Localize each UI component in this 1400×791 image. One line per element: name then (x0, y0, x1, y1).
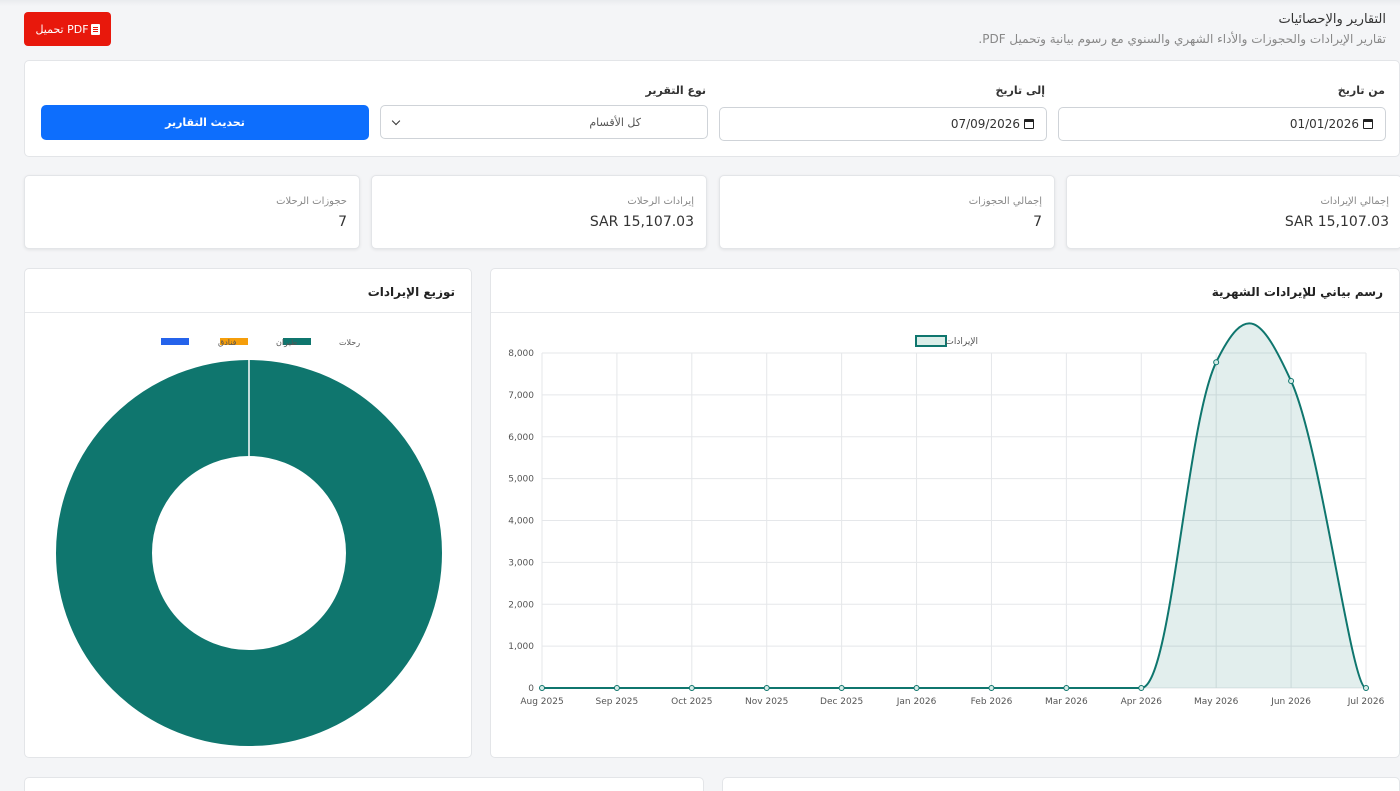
legend-label: الإيرادات (945, 337, 978, 347)
report-type-select[interactable]: كل الأقسام (380, 105, 708, 139)
chart-title: رسم بياني للإيرادات الشهرية (1211, 285, 1383, 299)
y-tick-label: 1,000 (508, 642, 534, 652)
data-point (763, 685, 770, 691)
chart-title: توزيع الإيرادات (367, 285, 455, 299)
x-tick-label: Jun 2026 (1270, 697, 1311, 707)
update-reports-button[interactable]: تحديث التقارير (41, 105, 369, 140)
page-subtitle: تقارير الإيرادات والحجوزات والأداء الشهر… (978, 32, 1386, 46)
data-point (688, 685, 695, 691)
data-point (1063, 685, 1070, 691)
legend-flights-label: طيران (276, 338, 297, 347)
stat-card-total-revenue: إجمالي الإيرادات SAR 15,107.03 (1066, 175, 1400, 249)
stat-card-trip-revenue: إيرادات الرحلات SAR 15,107.03 (371, 175, 707, 249)
stat-card-trip-bookings: حجوزات الرحلات 7 (24, 175, 360, 249)
from-date-input[interactable]: 01/01/2026 (1058, 107, 1386, 141)
page-title: التقارير والإحصائيات (1278, 12, 1386, 27)
stat-value: SAR 15,107.03 (589, 214, 694, 230)
calendar-icon[interactable] (1024, 119, 1034, 129)
chevron-down-icon (391, 116, 401, 125)
x-tick-label: Jan 2026 (896, 697, 937, 707)
stat-value: SAR 15,107.03 (1284, 214, 1389, 230)
stat-label: إجمالي الإيرادات (1320, 196, 1389, 207)
y-tick-label: 6,000 (508, 433, 534, 443)
x-tick-label: Oct 2025 (671, 697, 712, 707)
data-point (1213, 359, 1220, 366)
x-tick-label: Sep 2025 (596, 697, 639, 707)
y-tick-label: 2,000 (508, 600, 534, 610)
data-point (539, 685, 545, 691)
legend-swatch (915, 335, 947, 347)
x-tick-label: Mar 2026 (1045, 697, 1088, 707)
stat-label: إيرادات الرحلات (627, 196, 694, 207)
data-point (1138, 685, 1145, 691)
to-date-value: 07/09/2026 (950, 117, 1020, 131)
data-point (1363, 685, 1369, 691)
from-date-label: من تاريخ (1337, 84, 1385, 97)
y-tick-label: 3,000 (508, 558, 534, 568)
monthly-revenue-chart-card: رسم بياني للإيرادات الشهرية 0 1,000 2,000 3… (490, 268, 1400, 758)
report-type-value: كل الأقسام (589, 115, 641, 129)
revenue-distribution-chart-card: توزيع الإيرادات رحلات طيران فنادق (24, 268, 472, 758)
x-tick-label: Dec 2025 (820, 697, 863, 707)
report-type-label: نوع التقرير (645, 84, 707, 97)
filters-card: من تاريخ 01/01/2026 إلى تاريخ 07/09/2026… (24, 60, 1400, 157)
y-tick-label: 5,000 (508, 475, 534, 485)
x-tick-label: Feb 2026 (971, 697, 1013, 707)
y-tick-label: 7,000 (508, 391, 534, 401)
stat-value: 7 (338, 214, 347, 230)
monthly-revenue-chart: 0 1,000 2,000 3,000 4,000 5,000 6,000 7,000 8,00… (508, 322, 1385, 707)
bottom-card-right (722, 777, 1400, 791)
to-date-input[interactable]: 07/09/2026 (719, 107, 1047, 141)
data-point (1288, 378, 1295, 385)
revenue-distribution-chart: رحلات طيران فنادق (56, 338, 442, 746)
x-tick-label: Nov 2025 (745, 697, 788, 707)
legend-hotels-swatch (161, 338, 189, 345)
stat-label: إجمالي الحجوزات (968, 196, 1042, 207)
data-point (988, 685, 995, 691)
area-fill (542, 323, 1366, 688)
x-tick-label: Jul 2026 (1347, 697, 1385, 707)
stat-value: 7 (1033, 214, 1042, 230)
x-tick-label: Apr 2026 (1121, 697, 1163, 707)
to-date-label: إلى تاريخ (995, 84, 1045, 97)
download-pdf-button[interactable]: تحميل PDF (24, 12, 111, 46)
stat-label: حجوزات الرحلات (276, 196, 347, 207)
y-tick-label: 8,000 (508, 349, 534, 359)
bottom-card-left (24, 777, 704, 791)
x-tick-label: Aug 2025 (520, 697, 563, 707)
stat-card-total-bookings: إجمالي الحجوزات 7 (719, 175, 1055, 249)
data-point (613, 685, 620, 691)
y-tick-label: 0 (528, 684, 534, 694)
legend-trips-label: رحلات (339, 338, 360, 347)
y-tick-label: 4,000 (508, 517, 534, 527)
download-pdf-label: تحميل PDF (35, 22, 89, 36)
data-point (913, 685, 920, 691)
x-tick-label: May 2026 (1194, 697, 1239, 707)
calendar-icon[interactable] (1363, 119, 1373, 129)
top-shadow (0, 0, 1400, 6)
legend-hotels-label: فنادق (218, 338, 237, 347)
from-date-value: 01/01/2026 (1289, 117, 1359, 131)
data-point (838, 685, 845, 691)
pdf-file-icon (90, 23, 100, 35)
